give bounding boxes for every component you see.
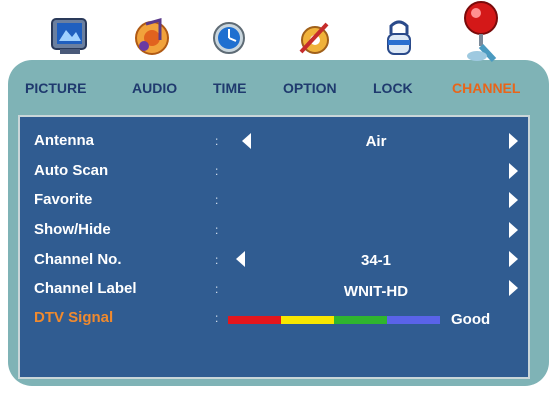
- tab-channel[interactable]: CHANNEL: [452, 80, 520, 96]
- auto-scan-right-arrow-icon[interactable]: [509, 163, 518, 179]
- channel-no-right-arrow-icon[interactable]: [509, 251, 518, 267]
- tab-picture[interactable]: PICTURE: [25, 80, 86, 96]
- signal-segment: [228, 316, 281, 324]
- time-icon[interactable]: [207, 16, 251, 60]
- colon: :: [215, 193, 219, 207]
- channel-label-value: WNIT-HD: [343, 283, 409, 300]
- auto-scan-label[interactable]: Auto Scan: [34, 162, 108, 179]
- option-icon[interactable]: [293, 16, 337, 60]
- show-hide-right-arrow-icon[interactable]: [509, 222, 518, 238]
- colon: :: [215, 282, 219, 296]
- antenna-value: Air: [365, 133, 387, 150]
- antenna-label[interactable]: Antenna: [34, 132, 94, 149]
- channel-label-label[interactable]: Channel Label: [34, 280, 137, 297]
- colon: :: [215, 164, 219, 178]
- picture-icon[interactable]: [46, 16, 94, 60]
- tab-lock[interactable]: LOCK: [373, 80, 413, 96]
- show-hide-label[interactable]: Show/Hide: [34, 221, 111, 238]
- channel-icon[interactable]: [454, 0, 510, 64]
- signal-segment: [281, 316, 334, 324]
- tab-option[interactable]: OPTION: [283, 80, 337, 96]
- colon: :: [215, 223, 219, 237]
- dtv-signal-label[interactable]: DTV Signal: [34, 309, 113, 326]
- channel-no-left-arrow-icon[interactable]: [236, 251, 245, 267]
- signal-quality-text: Good: [451, 311, 491, 328]
- channel-label-right-arrow-icon[interactable]: [509, 280, 518, 296]
- channel-no-value: 34-1: [360, 252, 392, 269]
- antenna-left-arrow-icon[interactable]: [242, 133, 251, 149]
- signal-segment: [387, 316, 440, 324]
- channel-no-label[interactable]: Channel No.: [34, 251, 122, 268]
- colon: :: [215, 253, 219, 267]
- lock-icon[interactable]: [379, 16, 419, 60]
- favorite-right-arrow-icon[interactable]: [509, 192, 518, 208]
- antenna-right-arrow-icon[interactable]: [509, 133, 518, 149]
- favorite-label[interactable]: Favorite: [34, 191, 92, 208]
- tab-bar: PICTURE AUDIO TIME OPTION LOCK CHANNEL: [8, 80, 549, 104]
- signal-strength-meter: [228, 316, 440, 324]
- colon: :: [215, 134, 219, 148]
- tab-audio[interactable]: AUDIO: [132, 80, 177, 96]
- audio-icon[interactable]: [130, 16, 174, 60]
- tab-time[interactable]: TIME: [213, 80, 246, 96]
- colon: :: [215, 311, 219, 325]
- signal-segment: [334, 316, 387, 324]
- channel-settings-panel: Antenna : Air Auto Scan : Favorite : Sho…: [18, 115, 530, 379]
